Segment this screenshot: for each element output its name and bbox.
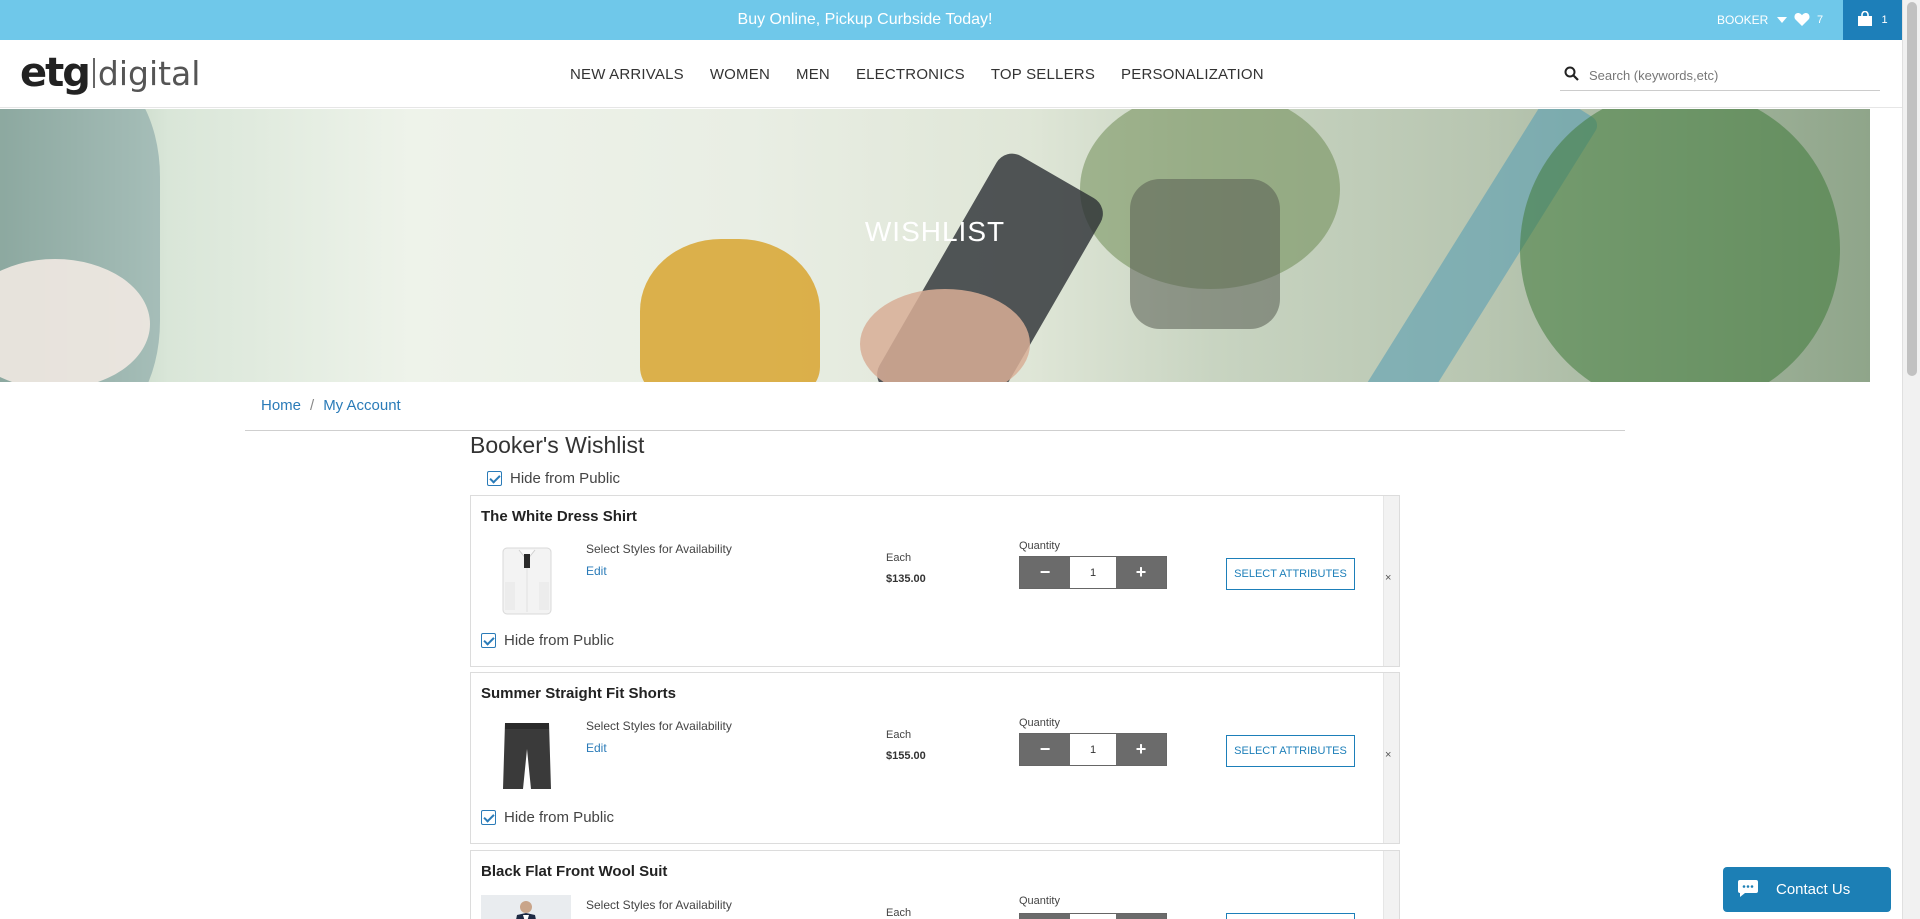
cart-button[interactable]: 1 — [1843, 0, 1902, 40]
wishlist-item: The White Dress Shirt Select Styles for … — [470, 495, 1400, 667]
breadcrumb-home[interactable]: Home — [261, 397, 301, 414]
scrollbar-thumb[interactable] — [1907, 2, 1917, 376]
hide-public-label: Hide from Public — [510, 470, 621, 487]
wishlist-hide-public: Hide from Public — [487, 470, 620, 487]
item-name[interactable]: Summer Straight Fit Shorts — [481, 685, 676, 702]
quantity-input[interactable] — [1070, 914, 1116, 919]
quantity-label: Quantity — [1019, 717, 1060, 729]
item-image[interactable] — [481, 895, 571, 919]
logo-divider — [92, 58, 95, 88]
remove-item-button[interactable]: × — [1385, 749, 1391, 761]
hide-public-checkbox[interactable] — [481, 633, 496, 648]
item-name[interactable]: Black Flat Front Wool Suit — [481, 863, 667, 880]
quantity-increase-button[interactable]: + — [1116, 557, 1166, 588]
item-name[interactable]: The White Dress Shirt — [481, 508, 637, 525]
quantity-stepper: − + — [1019, 733, 1167, 766]
hide-public-checkbox[interactable] — [487, 471, 502, 486]
item-hide-public: Hide from Public — [481, 809, 614, 826]
select-attributes-button[interactable]: SELECT ATTRIBUTES — [1226, 735, 1355, 767]
search-icon[interactable] — [1564, 66, 1579, 86]
item-price: $135.00 — [886, 573, 926, 585]
chat-bubble-icon — [1738, 879, 1758, 901]
quantity-label: Quantity — [1019, 895, 1060, 907]
hide-public-label: Hide from Public — [504, 632, 615, 649]
item-price: $155.00 — [886, 750, 926, 762]
item-each-label: Each — [886, 552, 912, 564]
item-availability: Select Styles for Availability — [586, 898, 732, 912]
item-each-label: Each — [886, 729, 912, 741]
wishlist-link[interactable]: 7 — [1794, 0, 1823, 40]
cart-count: 1 — [1881, 14, 1888, 26]
quantity-stepper: − + — [1019, 556, 1167, 589]
quantity-decrease-button[interactable] — [1020, 914, 1070, 919]
announcement-message: Buy Online, Pickup Curbside Today! — [737, 11, 993, 28]
quantity-decrease-button[interactable]: − — [1020, 734, 1070, 765]
item-image[interactable] — [499, 542, 555, 618]
nav-personalization[interactable]: PERSONALIZATION — [1121, 66, 1264, 83]
hero-title: WISHLIST — [864, 216, 1006, 247]
quantity-stepper — [1019, 913, 1167, 919]
nav-women[interactable]: WOMEN — [710, 66, 770, 83]
minus-icon: − — [1039, 739, 1051, 759]
hero-decor-pot — [1130, 179, 1280, 329]
hero-banner: WISHLIST — [0, 109, 1870, 382]
item-availability: Select Styles for Availability — [586, 542, 732, 556]
hero-decor-mug — [640, 239, 820, 382]
quantity-decrease-button[interactable]: − — [1020, 557, 1070, 588]
main-nav: NEW ARRIVALS WOMEN MEN ELECTRONICS TOP S… — [570, 40, 1264, 108]
contact-us-label: Contact Us — [1776, 881, 1851, 898]
plus-icon: + — [1135, 562, 1147, 582]
item-availability: Select Styles for Availability — [586, 719, 732, 733]
account-menu[interactable]: BOOKER — [1717, 0, 1788, 40]
item-side-rail — [1383, 851, 1399, 919]
item-edit-link[interactable]: Edit — [586, 741, 607, 755]
item-each-label: Each — [886, 907, 912, 919]
nav-top-sellers[interactable]: TOP SELLERS — [991, 66, 1095, 83]
wishlist-title: Booker's Wishlist — [470, 432, 645, 458]
nav-electronics[interactable]: ELECTRONICS — [856, 66, 965, 83]
divider — [245, 430, 1625, 431]
plus-icon: + — [1135, 739, 1147, 759]
shopping-bag-icon — [1857, 10, 1873, 30]
contact-us-button[interactable]: Contact Us — [1723, 867, 1891, 912]
logo-main: etg — [20, 50, 91, 96]
page-scrollbar[interactable] — [1902, 0, 1920, 919]
heart-icon — [1794, 12, 1810, 29]
wishlist-item: Black Flat Front Wool Suit Select Styles… — [470, 850, 1400, 919]
quantity-label: Quantity — [1019, 540, 1060, 552]
wishlist-item: Summer Straight Fit Shorts Select Styles… — [470, 672, 1400, 844]
breadcrumb-separator: / — [310, 397, 315, 414]
page: Buy Online, Pickup Curbside Today! BOOKE… — [0, 0, 1920, 919]
site-header: etg digital NEW ARRIVALS WOMEN MEN ELECT… — [0, 40, 1902, 108]
item-edit-link[interactable]: Edit — [586, 564, 607, 578]
announcement-bar: Buy Online, Pickup Curbside Today! BOOKE… — [0, 0, 1902, 40]
quantity-input[interactable] — [1070, 734, 1116, 765]
hide-public-checkbox[interactable] — [481, 810, 496, 825]
breadcrumb-my-account[interactable]: My Account — [323, 397, 401, 414]
search-input[interactable] — [1589, 68, 1859, 83]
nav-new-arrivals[interactable]: NEW ARRIVALS — [570, 66, 684, 83]
select-attributes-button[interactable]: SELECT ATTRIBUTES — [1226, 558, 1355, 590]
breadcrumb: Home / My Account — [261, 397, 401, 414]
quantity-increase-button[interactable]: + — [1116, 734, 1166, 765]
hide-public-label: Hide from Public — [504, 809, 615, 826]
item-image[interactable] — [499, 719, 555, 795]
logo-sub: digital — [97, 53, 201, 93]
site-logo[interactable]: etg digital — [20, 50, 200, 96]
wishlist-count: 7 — [1817, 14, 1824, 26]
remove-item-button[interactable]: × — [1385, 572, 1391, 584]
select-attributes-button[interactable] — [1226, 913, 1355, 919]
minus-icon: − — [1039, 562, 1051, 582]
item-hide-public: Hide from Public — [481, 632, 614, 649]
account-user-label: BOOKER — [1717, 13, 1769, 27]
quantity-input[interactable] — [1070, 557, 1116, 588]
chevron-down-icon — [1777, 17, 1788, 23]
nav-men[interactable]: MEN — [796, 66, 830, 83]
search-bar — [1560, 61, 1880, 91]
quantity-increase-button[interactable] — [1116, 914, 1166, 919]
